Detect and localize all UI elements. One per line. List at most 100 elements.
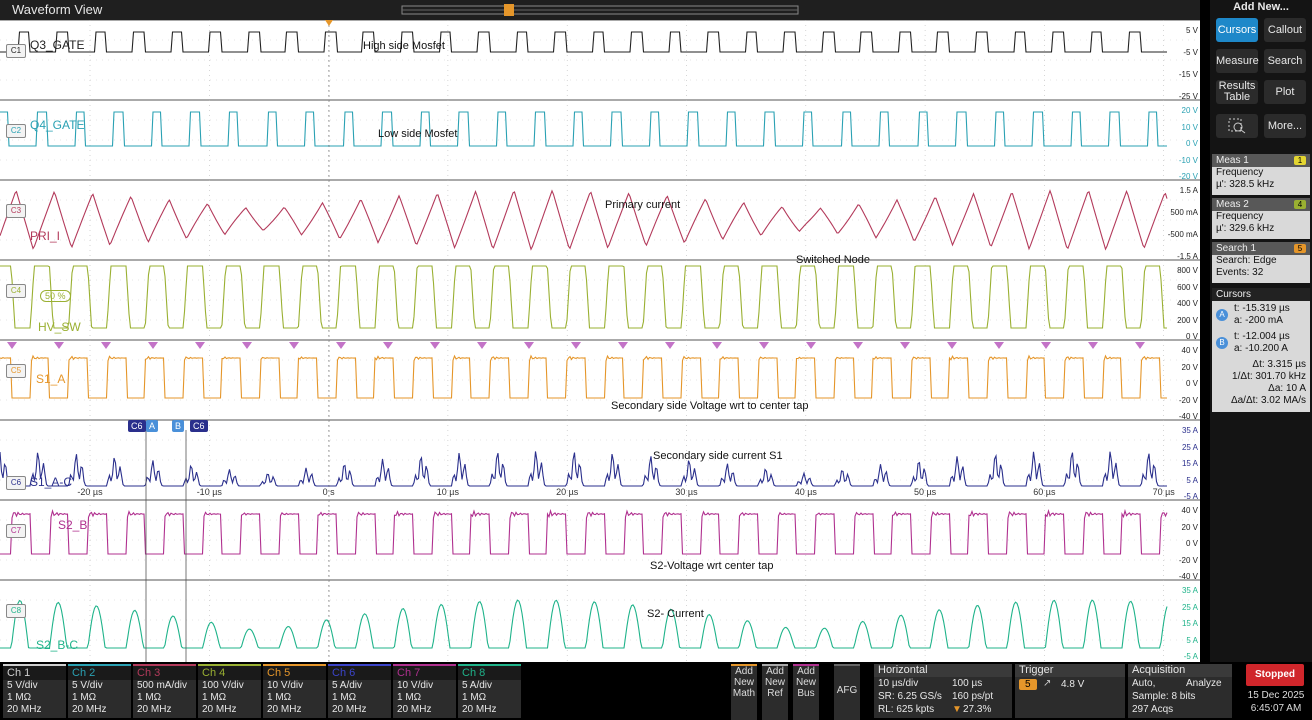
trigger-panel[interactable]: Trigger 5 ↗ 4.8 V: [1015, 664, 1125, 718]
settings-bar: Ch 15 V/div 1 MΩ 20 MHz Ch 25 V/div 1 MΩ 20 M…: [0, 662, 1312, 720]
record-overview-bar[interactable]: [400, 2, 800, 18]
annotation-c2[interactable]: Low side Mosfet: [378, 128, 457, 140]
add-bus-button[interactable]: Add New Bus: [793, 664, 819, 720]
trace-c5: [0, 354, 1167, 399]
channel-handle-c5[interactable]: C5: [6, 364, 26, 378]
channel-scale: 5 A/div: [462, 680, 493, 691]
results-table-button[interactable]: Results Table: [1216, 80, 1258, 104]
cursor-tag[interactable]: B: [172, 420, 185, 432]
waveform-plot-area[interactable]: -20 µs -10 µs 0 s 10 µs 20 µs 30 µs 40 µs 50 µs…: [0, 20, 1200, 662]
run-stop-button[interactable]: Stopped: [1246, 664, 1304, 686]
more-button[interactable]: More...: [1264, 114, 1306, 138]
add-ref-button[interactable]: Add New Ref: [762, 664, 788, 720]
trace-c7: [0, 508, 1168, 555]
cursor-b-icon: B: [1216, 337, 1228, 349]
meas2-title: Meas 2: [1216, 199, 1249, 210]
search-event-marker: [1041, 342, 1051, 349]
annotation-c6[interactable]: Secondary side current S1: [653, 450, 783, 462]
scale-tick-c8: 5 A: [1186, 635, 1198, 645]
trigger-source: 5: [1019, 679, 1037, 690]
annotation-c3[interactable]: Primary current: [605, 199, 680, 211]
search-event-marker: [1088, 342, 1098, 349]
search-event-marker: [618, 342, 628, 349]
meas1-badge[interactable]: Meas 1 1 Frequency µ': 328.5 kHz: [1212, 154, 1310, 195]
cursors-readout[interactable]: Cursors A t: -15.319 µs a: -200 mA B t: …: [1212, 288, 1310, 412]
search-button[interactable]: Search: [1264, 49, 1306, 73]
annotation-c5[interactable]: Secondary side Voltage wrt to center tap: [611, 400, 809, 412]
scale-tick-c4: 0 V: [1185, 332, 1198, 341]
cursors-button[interactable]: Cursors: [1216, 18, 1258, 42]
channel-badge-4[interactable]: Ch 4 100 V/div 1 MΩ 20 MHz: [198, 664, 261, 718]
acquisition-panel[interactable]: Acquisition Auto, Analyze Sample: 8 bits…: [1128, 664, 1232, 718]
status-date: 15 Dec 2025: [1247, 690, 1305, 701]
channel-handle-c3[interactable]: C3: [6, 204, 26, 218]
scale-tick-c7: -20 V: [1178, 555, 1198, 565]
channel-handle-c8[interactable]: C8: [6, 604, 26, 618]
scale-tick-c4: 200 V: [1177, 315, 1198, 325]
channel-handle-c4[interactable]: C4: [6, 284, 26, 298]
cursor-tag[interactable]: C6: [190, 420, 208, 432]
plot-button[interactable]: Plot: [1264, 80, 1306, 104]
channel-badge-8[interactable]: Ch 85 A/div 1 MΩ 20 MHz: [458, 664, 521, 718]
scale-tick-c1: -5 V: [1183, 48, 1198, 57]
channel-bandwidth: 20 MHz: [332, 704, 367, 715]
channel-scale: 100 V/div: [202, 680, 244, 691]
channel-badge-6[interactable]: Ch 65 A/div 1 MΩ 20 MHz: [328, 664, 391, 718]
trigger-pct-icon: ▼: [952, 704, 962, 715]
resolution: 160 ps/pt: [952, 691, 994, 702]
zoom-icon-button[interactable]: [1216, 114, 1258, 138]
trace-c3: [0, 189, 1168, 251]
channel-badge-2[interactable]: Ch 25 V/div 1 MΩ 20 MHz: [68, 664, 131, 718]
trigger-marker: [325, 20, 333, 26]
channel-badge-5[interactable]: Ch 5 10 V/div 1 MΩ 20 MHz: [263, 664, 326, 718]
search-event-marker: [336, 342, 346, 349]
cursor-tag[interactable]: A: [146, 420, 159, 432]
cursor-inv-delta-t: 1/Δt: 301.70 kHz: [1232, 371, 1306, 382]
channel-bandwidth: 20 MHz: [7, 704, 42, 715]
channel-handle-c2[interactable]: C2: [6, 124, 26, 138]
horizontal-panel[interactable]: Horizontal 10 µs/div 100 µs SR: 6.25 GS/…: [874, 664, 1012, 718]
annotation-c7[interactable]: S2-Voltage wrt center tap: [650, 560, 774, 572]
search1-badge[interactable]: Search 1 5 Search: Edge Events: 32: [1212, 242, 1310, 283]
callout-button[interactable]: Callout: [1264, 18, 1306, 42]
channel-impedance: 1 MΩ: [202, 692, 227, 703]
afg-button[interactable]: AFG: [834, 664, 860, 720]
channel-badge-1[interactable]: Ch 15 V/div 1 MΩ 20 MHz: [3, 664, 66, 718]
meas2-badge[interactable]: Meas 2 4 Frequency µ': 329.6 kHz: [1212, 198, 1310, 239]
measure-button[interactable]: Measure: [1216, 49, 1259, 73]
channel-badge-7[interactable]: Ch 7 10 V/div 1 MΩ 20 MHz: [393, 664, 456, 718]
horizontal-title: Horizontal: [874, 664, 1012, 677]
trigger-title: Trigger: [1015, 664, 1125, 677]
channel-badge-3[interactable]: Ch 3 500 mA/div 1 MΩ 20 MHz: [133, 664, 196, 718]
scale-tick-c3: -500 mA: [1167, 230, 1198, 239]
scale-tick-c8: 35 A: [1181, 586, 1198, 595]
channel-scale: 5 A/div: [332, 680, 363, 691]
channel-impedance: 1 MΩ: [72, 692, 97, 703]
channel-handle-c7[interactable]: C7: [6, 524, 26, 538]
add-math-button[interactable]: Add New Math: [731, 664, 757, 720]
trace-c6: [0, 451, 1167, 487]
search-event-marker: [477, 342, 487, 349]
scale-tick-c6: 25 A: [1181, 442, 1198, 452]
acquisition-title: Acquisition: [1128, 664, 1232, 677]
scale-tick-c3: 500 mA: [1170, 208, 1198, 217]
zoom-icon: [1228, 118, 1246, 134]
waveform-view[interactable]: Waveform View -20 µs -10 µs 0 s 10 µs 20 µs 3…: [0, 0, 1200, 662]
search-event-marker: [759, 342, 769, 349]
scale-tick-c2: -20 V: [1178, 172, 1198, 181]
scale-tick-c2: -10 V: [1178, 155, 1198, 165]
annotation-c4[interactable]: Switched Node: [796, 254, 870, 266]
annotation-c1[interactable]: High side Mosfet: [363, 40, 445, 52]
channel-handle-c6[interactable]: C6: [6, 476, 26, 490]
channel-badge-title: Ch 7: [393, 664, 456, 680]
channel-handle-c1[interactable]: C1: [6, 44, 26, 58]
trigger-level: 4.8 V: [1061, 679, 1085, 690]
meas1-value: µ': 328.5 kHz: [1216, 179, 1275, 190]
scale-tick-c5: 0 V: [1185, 379, 1198, 388]
channel-label-c7: S2_B: [58, 518, 88, 532]
trace-c2: [0, 111, 1167, 147]
channel-bandwidth: 20 MHz: [397, 704, 432, 715]
annotation-c8[interactable]: S2- Current: [647, 608, 704, 620]
cursor-tag[interactable]: C6: [128, 420, 146, 432]
record-length: RL: 625 kpts: [878, 704, 935, 715]
